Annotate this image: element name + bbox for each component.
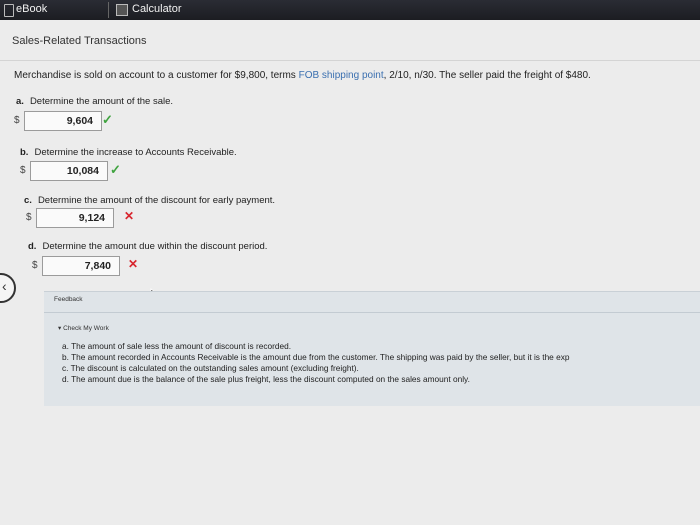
tab-calculator[interactable]: Calculator <box>112 0 382 20</box>
fob-shipping-point-link[interactable]: FOB shipping point <box>299 70 384 81</box>
question-d-letter: d. <box>28 241 37 252</box>
answer-b-input[interactable]: 10,084 <box>30 161 108 181</box>
page-title: Sales-Related Transactions <box>12 35 147 47</box>
feedback-label: Feedback <box>54 296 83 303</box>
answer-c-currency: $ <box>26 212 32 223</box>
feedback-item-a: a. The amount of sale less the amount of… <box>62 341 292 351</box>
question-a: a. Determine the amount of the sale. <box>16 96 173 107</box>
answer-c-input[interactable]: 9,124 <box>36 208 114 228</box>
book-icon <box>4 4 14 17</box>
question-page: Sales-Related Transactions Merchandise i… <box>0 20 700 525</box>
question-b-letter: b. <box>20 147 29 158</box>
check-my-work-toggle[interactable]: ▾ Check My Work <box>58 324 109 332</box>
question-a-letter: a. <box>16 96 24 107</box>
feedback-panel: Feedback ▾ Check My Work a. The amount o… <box>44 291 700 406</box>
problem-suffix: , 2/10, n/30. The seller paid the freigh… <box>383 70 591 81</box>
feedback-divider <box>44 312 700 313</box>
chevron-left-icon: ‹ <box>2 278 7 294</box>
top-tab-bar: eBook Calculator <box>0 0 700 20</box>
feedback-item-b: b. The amount recorded in Accounts Recei… <box>62 352 570 362</box>
answer-d-input[interactable]: 7,840 <box>42 256 120 276</box>
check-icon: ✓ <box>102 112 113 127</box>
question-c-text: Determine the amount of the discount for… <box>37 195 276 206</box>
question-b-text: Determine the increase to Accounts Recei… <box>34 147 237 158</box>
cross-icon: ✕ <box>124 209 135 223</box>
check-icon: ✓ <box>110 162 121 177</box>
tab-ebook[interactable]: eBook <box>2 0 116 20</box>
question-a-text: Determine the amount of the sale. <box>29 96 174 107</box>
feedback-list: a. The amount of sale less the amount of… <box>62 341 569 385</box>
question-d-text: Determine the amount due within the disc… <box>42 241 268 252</box>
cross-icon: ✕ <box>128 257 139 271</box>
problem-statement: Merchandise is sold on account to a cust… <box>14 70 591 81</box>
calculator-icon <box>116 4 128 16</box>
feedback-item-d: d. The amount due is the balance of the … <box>62 374 470 384</box>
tab-calculator-label: Calculator <box>132 3 182 15</box>
answer-b-currency: $ <box>20 165 26 176</box>
question-c-letter: c. <box>24 195 32 206</box>
answer-a-input[interactable]: 9,604 <box>24 111 102 131</box>
answer-a-currency: $ <box>14 115 20 126</box>
question-c: c. Determine the amount of the discount f… <box>24 195 275 206</box>
previous-button[interactable]: ‹ <box>0 273 16 303</box>
problem-prefix: Merchandise is sold on account to a cust… <box>14 70 299 81</box>
tab-ebook-label: eBook <box>16 3 48 15</box>
tab-divider <box>108 2 109 18</box>
feedback-item-c: c. The discount is calculated on the out… <box>62 363 359 373</box>
title-divider <box>0 60 700 61</box>
question-b: b. Determine the increase to Accounts Rec… <box>20 147 237 158</box>
answer-d-currency: $ <box>32 260 38 271</box>
question-d: d. Determine the amount due within the di… <box>28 241 267 252</box>
